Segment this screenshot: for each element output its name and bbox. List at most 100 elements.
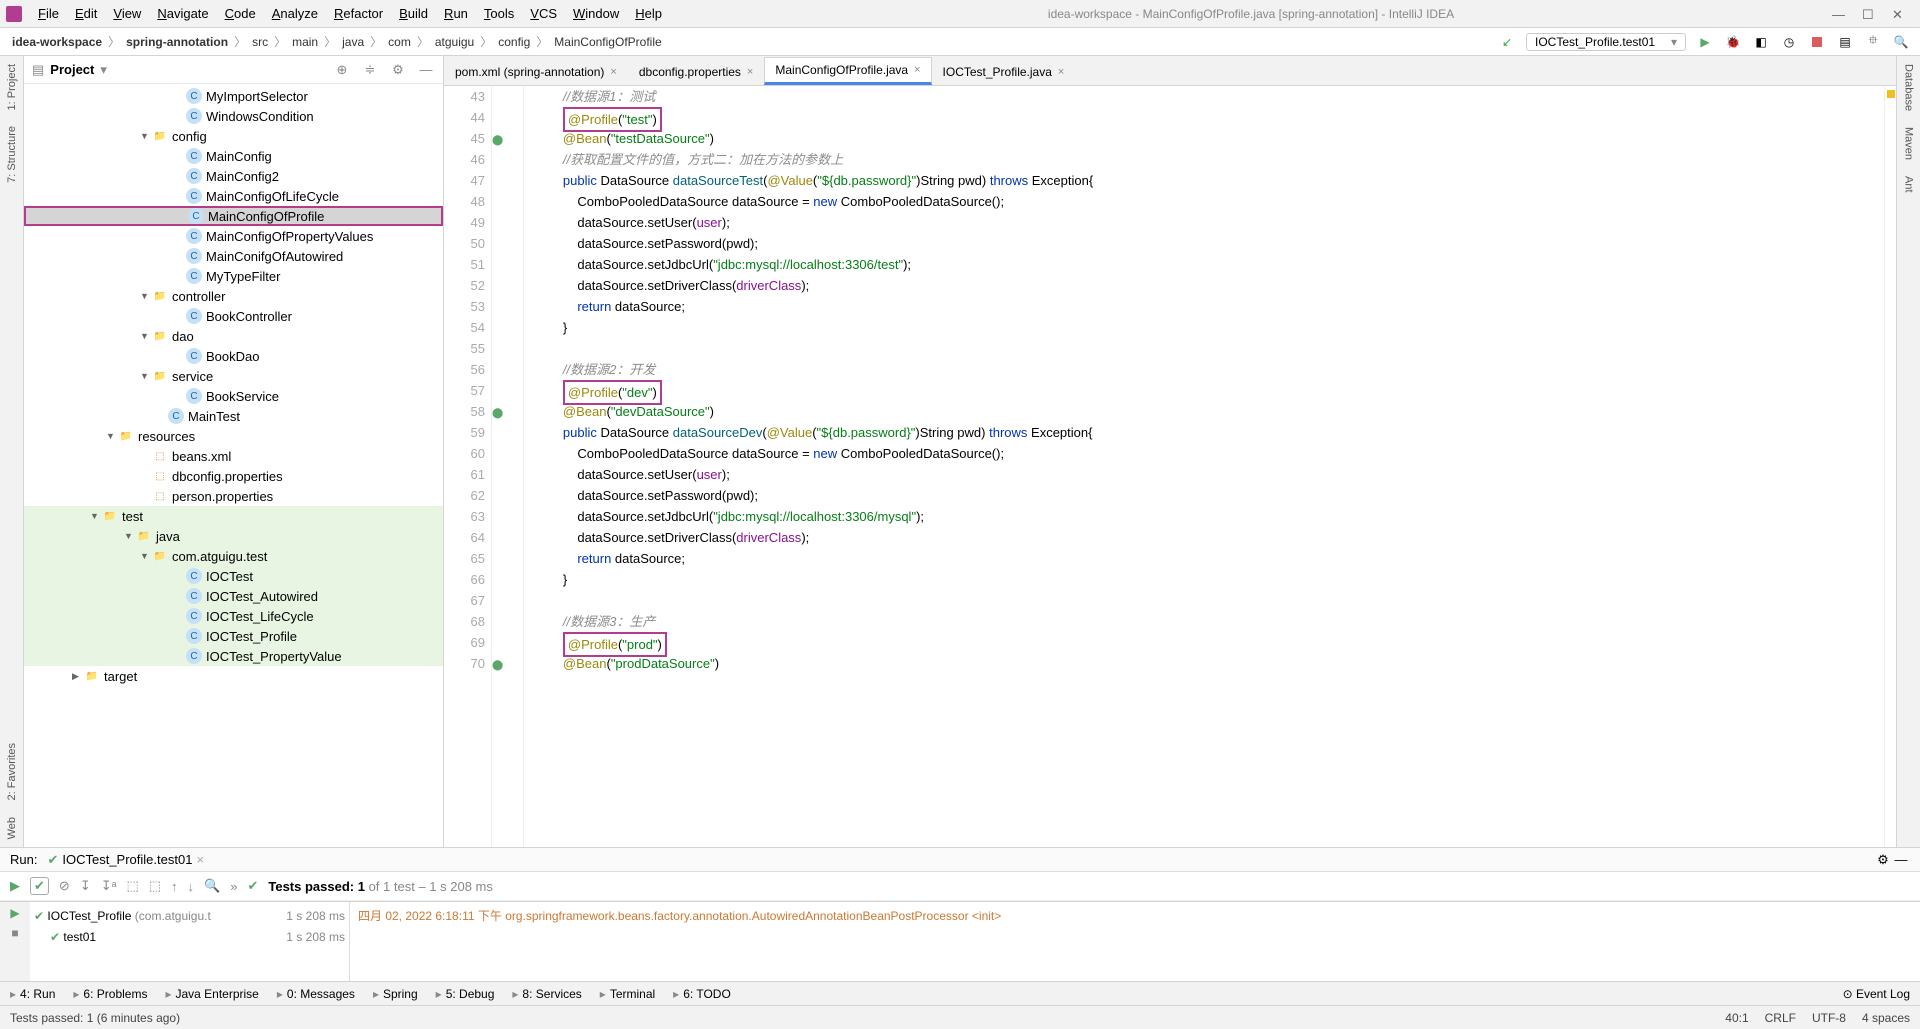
tree-item[interactable]: CIOCTest_PropertyValue (24, 646, 443, 666)
bottom-tab[interactable]: ▸ 0: Messages (277, 987, 355, 1001)
breadcrumb[interactable]: java (340, 35, 366, 49)
bottom-tab[interactable]: ▸ Java Enterprise (165, 987, 258, 1001)
tool-ant[interactable]: Ant (1901, 168, 1917, 201)
breadcrumb[interactable]: config (496, 35, 532, 49)
tree-item[interactable]: ▼📁java (24, 526, 443, 546)
tool-favorites[interactable]: 2: Favorites (4, 735, 20, 808)
tab-close[interactable]: × (610, 66, 616, 78)
expand-icon[interactable]: ≑ (361, 61, 379, 79)
tree-item[interactable]: CMainConfigOfLifeCycle (24, 186, 443, 206)
menu-build[interactable]: Build (391, 4, 436, 23)
tree-item[interactable]: CIOCTest_LifeCycle (24, 606, 443, 626)
rerun-icon[interactable]: ▶ (10, 878, 20, 894)
debug-button[interactable]: 🐞 (1724, 33, 1742, 51)
tab-close[interactable]: × (1058, 66, 1064, 78)
tool-project[interactable]: 1: Project (4, 56, 20, 118)
editor-tab[interactable]: IOCTest_Profile.java× (932, 57, 1076, 85)
menu-tools[interactable]: Tools (476, 4, 522, 23)
tab-close[interactable]: × (914, 64, 920, 76)
test-tree[interactable]: ✔ IOCTest_Profile (com.atguigu.t 1 s 208… (30, 902, 350, 981)
code-editor[interactable]: 4344454647484950515253545556575859606162… (444, 86, 1896, 847)
editor-tab[interactable]: MainConfigOfProfile.java× (764, 57, 931, 85)
prev-icon[interactable]: ↑ (171, 879, 178, 894)
run-button[interactable]: ▶ (1696, 33, 1714, 51)
tree-item[interactable]: ▼📁config (24, 126, 443, 146)
run-hide-icon[interactable]: — (1892, 851, 1910, 869)
tool-structure[interactable]: 7: Structure (4, 118, 20, 191)
close-button[interactable]: ✕ (1892, 7, 1906, 21)
menu-navigate[interactable]: Navigate (149, 4, 216, 23)
bottom-tab[interactable]: ▸ 6: Problems (73, 987, 147, 1001)
structure-icon[interactable]: ▤ (1836, 33, 1854, 51)
menu-analyze[interactable]: Analyze (264, 4, 326, 23)
menu-code[interactable]: Code (217, 4, 264, 23)
menu-window[interactable]: Window (565, 4, 627, 23)
tree-item[interactable]: ⬚person.properties (24, 486, 443, 506)
tree-item[interactable]: ▼📁service (24, 366, 443, 386)
editor-tab[interactable]: dbconfig.properties× (628, 57, 765, 85)
run-config-selector[interactable]: IOCTest_Profile.test01 ▾ (1526, 33, 1686, 51)
run-tab-close[interactable]: × (196, 852, 204, 867)
search-everywhere-icon[interactable]: ⯐ (1864, 33, 1882, 51)
tree-item[interactable]: ▼📁test (24, 506, 443, 526)
coverage-button[interactable]: ◧ (1752, 33, 1770, 51)
tree-item[interactable]: CMainConifgOfAutowired (24, 246, 443, 266)
line-separator[interactable]: CRLF (1765, 1011, 1796, 1025)
menu-refactor[interactable]: Refactor (326, 4, 391, 23)
tree-item[interactable]: CIOCTest_Profile (24, 626, 443, 646)
test-history-icon[interactable]: 🔍 (204, 878, 220, 894)
tree-item[interactable]: ▶📁target (24, 666, 443, 686)
rerun-button[interactable]: ▶ (10, 906, 19, 920)
toggle-ignore-icon[interactable]: ⊘ (59, 878, 70, 894)
menu-help[interactable]: Help (627, 4, 670, 23)
stop-button[interactable] (1808, 33, 1826, 51)
indent-info[interactable]: 4 spaces (1862, 1011, 1910, 1025)
tree-item[interactable]: CMainTest (24, 406, 443, 426)
locate-icon[interactable]: ⊕ (333, 61, 351, 79)
stop-run-button[interactable]: ■ (11, 926, 18, 940)
tree-item[interactable]: CMyTypeFilter (24, 266, 443, 286)
hide-icon[interactable]: — (417, 61, 435, 79)
bottom-tab[interactable]: ▸ Terminal (600, 987, 655, 1001)
error-stripe[interactable] (1884, 86, 1896, 847)
tree-item[interactable]: CMainConfigOfPropertyValues (24, 226, 443, 246)
search-icon[interactable]: 🔍 (1892, 33, 1910, 51)
tree-item[interactable]: CWindowsCondition (24, 106, 443, 126)
settings-icon[interactable]: ⚙ (389, 61, 407, 79)
tree-item[interactable]: ▼📁dao (24, 326, 443, 346)
editor-tab[interactable]: pom.xml (spring-annotation)× (444, 57, 628, 85)
collapse-all-icon[interactable]: ⬚ (149, 878, 161, 894)
breadcrumb[interactable]: atguigu (433, 35, 476, 49)
expand-all-icon[interactable]: ⬚ (126, 878, 138, 894)
bottom-tab[interactable]: ▸ 5: Debug (436, 987, 495, 1001)
console-output[interactable]: 四月 02, 2022 6:18:11 下午 org.springframewo… (350, 902, 1920, 981)
tree-item[interactable]: CBookController (24, 306, 443, 326)
tool-database[interactable]: Database (1901, 56, 1917, 119)
run-tab-label[interactable]: IOCTest_Profile.test01 (62, 852, 192, 867)
breadcrumb[interactable]: com (386, 35, 413, 49)
tree-item[interactable]: ▼📁resources (24, 426, 443, 446)
file-encoding[interactable]: UTF-8 (1812, 1011, 1846, 1025)
profile-button[interactable]: ◷ (1780, 33, 1798, 51)
tool-web[interactable]: Web (4, 809, 20, 847)
event-log[interactable]: ⊙ Event Log (1843, 987, 1910, 1001)
sort-alpha-icon[interactable]: ↧ᵃ (101, 878, 117, 894)
tree-item[interactable]: CIOCTest (24, 566, 443, 586)
tree-item[interactable]: ▼📁controller (24, 286, 443, 306)
tab-close[interactable]: × (747, 66, 753, 78)
breadcrumb[interactable]: idea-workspace (10, 35, 104, 49)
bottom-tab[interactable]: ▸ Spring (373, 987, 418, 1001)
next-icon[interactable]: ↓ (188, 879, 195, 894)
minimize-button[interactable]: — (1832, 7, 1846, 21)
caret-position[interactable]: 40:1 (1725, 1011, 1748, 1025)
tree-item[interactable]: ⬚beans.xml (24, 446, 443, 466)
sort-down-icon[interactable]: ↧ (80, 878, 91, 894)
maximize-button[interactable]: ☐ (1862, 7, 1876, 21)
tree-item[interactable]: ⬚dbconfig.properties (24, 466, 443, 486)
bottom-tab[interactable]: ▸ 6: TODO (673, 987, 731, 1001)
bottom-tab[interactable]: ▸ 4: Run (10, 987, 55, 1001)
tree-item[interactable]: CMyImportSelector (24, 86, 443, 106)
tree-item[interactable]: CMainConfigOfProfile (24, 206, 443, 226)
menu-edit[interactable]: Edit (67, 4, 105, 23)
tool-maven[interactable]: Maven (1901, 119, 1917, 168)
